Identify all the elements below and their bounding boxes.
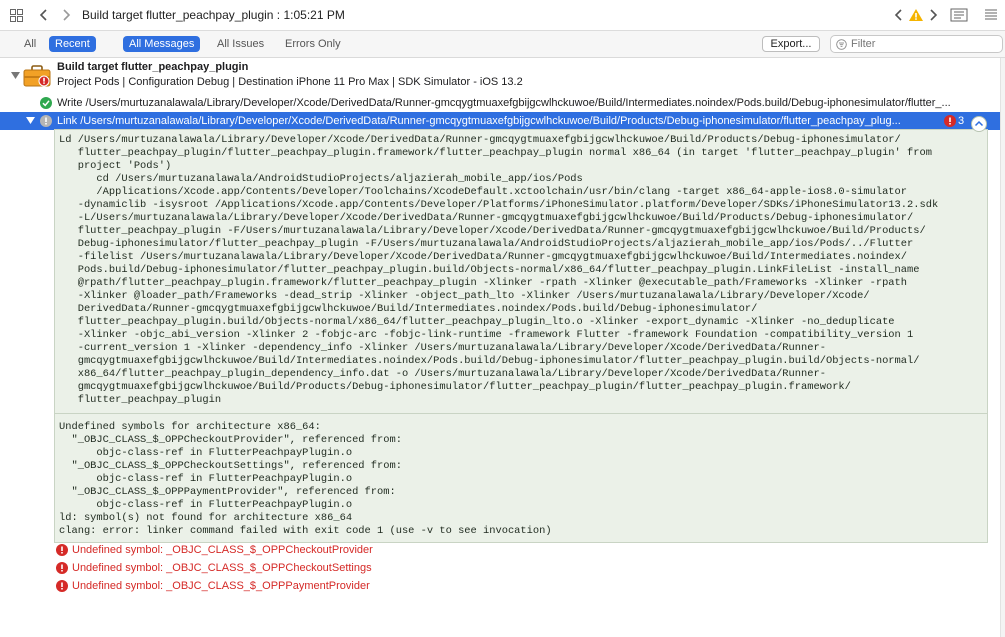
filter-field[interactable] <box>830 35 1003 53</box>
filter-input[interactable] <box>851 37 999 51</box>
filter-icon <box>836 39 847 50</box>
error-icon <box>56 562 68 574</box>
link-error-count: 3 <box>958 115 965 127</box>
related-files-icon[interactable] <box>983 7 999 23</box>
linker-output: Undefined symbols for architecture x86_6… <box>59 421 552 537</box>
build-log-title: Build target flutter_peachpay_plugin : 1… <box>82 8 345 22</box>
tab-all-messages[interactable]: All Messages <box>123 36 201 52</box>
issue-text: Undefined symbol: _OBJC_CLASS_$_OPPCheck… <box>72 544 373 556</box>
title-bar: Build target flutter_peachpay_plugin : 1… <box>0 0 1005 31</box>
error-badge-icon <box>944 115 956 127</box>
disclosure-triangle-icon[interactable] <box>11 71 20 80</box>
editor-lines-icon[interactable] <box>950 7 968 23</box>
error-icon <box>56 580 68 592</box>
linker-command: Ld /Users/murtuzanalawala/Library/Develo… <box>59 134 939 406</box>
collapse-transcript-icon[interactable] <box>971 116 987 132</box>
tab-all-issues[interactable]: All Issues <box>211 36 270 52</box>
tab-all[interactable]: All <box>18 36 42 52</box>
chevron-right-icon[interactable] <box>927 7 939 23</box>
link-step-label: Link /Users/murtuzanalawala/Library/Deve… <box>57 115 901 127</box>
warning-triangle-icon[interactable] <box>908 7 924 23</box>
tab-errors-only[interactable]: Errors Only <box>279 36 347 52</box>
chevron-left-icon[interactable] <box>37 7 51 23</box>
error-icon <box>56 544 68 556</box>
chevron-right-icon[interactable] <box>59 7 73 23</box>
tab-recent[interactable]: Recent <box>49 36 96 52</box>
link-step-row[interactable]: Link /Users/murtuzanalawala/Library/Deve… <box>0 112 1005 130</box>
build-target-details: Project Pods | Configuration Debug | Des… <box>57 76 523 88</box>
disclosure-triangle-icon[interactable] <box>26 116 35 125</box>
toolbox-icon <box>23 65 51 87</box>
error-icon <box>40 115 52 127</box>
issue-text: Undefined symbol: _OBJC_CLASS_$_OPPPayme… <box>72 580 370 592</box>
build-target-title: Build target flutter_peachpay_plugin <box>57 61 249 73</box>
export-button[interactable]: Export... <box>762 36 820 52</box>
write-step-row[interactable]: Write /Users/murtuzanalawala/Library/Dev… <box>0 94 1005 112</box>
related-items-grid-icon[interactable] <box>10 9 23 22</box>
success-check-icon <box>40 97 52 109</box>
chevron-left-icon[interactable] <box>893 7 905 23</box>
link-log-transcript: Ld /Users/murtuzanalawala/Library/Develo… <box>54 129 988 543</box>
write-step-label: Write /Users/murtuzanalawala/Library/Dev… <box>57 97 951 109</box>
issue-text: Undefined symbol: _OBJC_CLASS_$_OPPCheck… <box>72 562 372 574</box>
vertical-scrollbar[interactable] <box>1000 58 1005 637</box>
log-filter-bar: All Recent All Messages All Issues Error… <box>0 31 1005 58</box>
